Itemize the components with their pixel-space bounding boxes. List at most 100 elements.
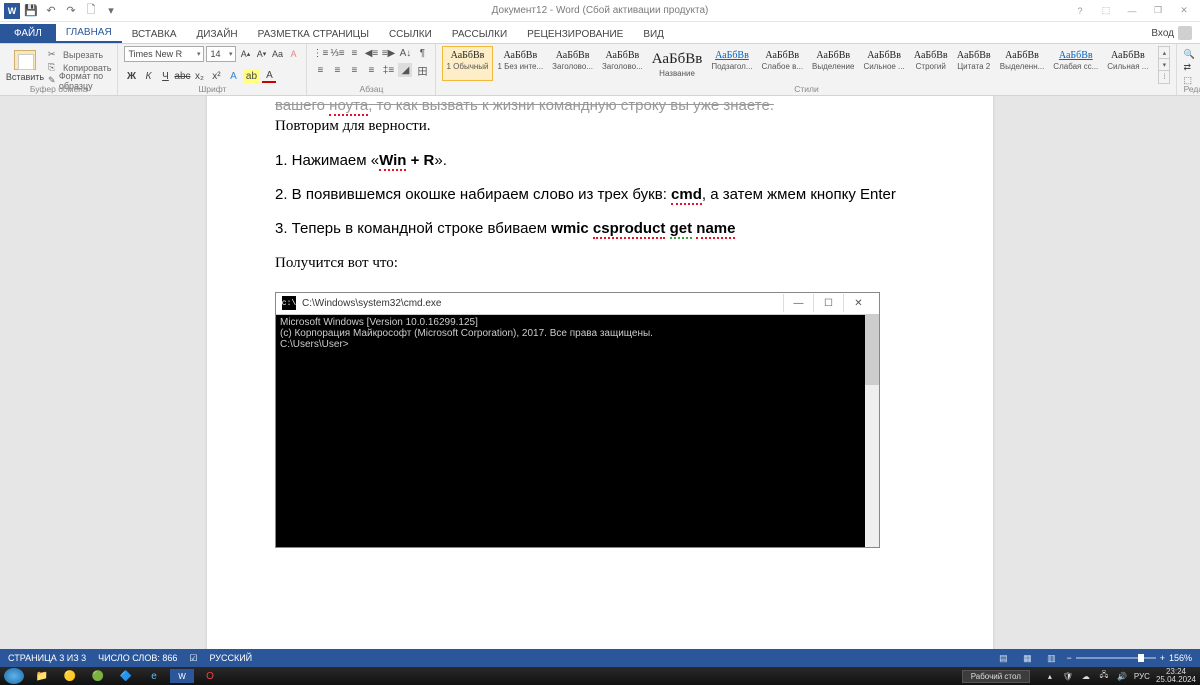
- style-item[interactable]: АаБбВвСильная ...: [1103, 46, 1152, 81]
- align-center-button[interactable]: ≡: [330, 63, 344, 77]
- borders-button[interactable]: 田: [415, 63, 429, 77]
- taskbar-torrent-icon[interactable]: 🟢: [86, 669, 110, 683]
- tab-view[interactable]: ВИД: [633, 26, 674, 43]
- tray-volume-icon[interactable]: 🔊: [1116, 670, 1128, 682]
- show-desktop-label[interactable]: Рабочий стол: [962, 670, 1030, 683]
- print-layout-button[interactable]: ▦: [1018, 651, 1036, 665]
- tray-security-icon[interactable]: 🛡: [1062, 670, 1074, 682]
- line-spacing-button[interactable]: ‡≡: [381, 63, 395, 77]
- font-name-combo[interactable]: Times New R▾: [124, 46, 204, 62]
- status-words[interactable]: ЧИСЛО СЛОВ: 866: [98, 653, 177, 663]
- numbering-button[interactable]: ⅓≡: [330, 46, 344, 60]
- zoom-out-button[interactable]: −: [1066, 653, 1071, 663]
- style-item[interactable]: АаБбВвЦитата 2: [953, 46, 995, 81]
- shrink-font-button[interactable]: A▾: [254, 47, 268, 61]
- gallery-up-button[interactable]: ▴: [1159, 47, 1169, 59]
- style-item[interactable]: АаБбВвСлабая сс...: [1049, 46, 1102, 81]
- read-mode-button[interactable]: ▤: [994, 651, 1012, 665]
- italic-button[interactable]: К: [141, 69, 155, 83]
- font-size-combo[interactable]: 14▾: [206, 46, 236, 62]
- strike-button[interactable]: abc: [175, 69, 189, 83]
- qat-dropdown-icon[interactable]: ▾: [102, 2, 120, 20]
- tab-design[interactable]: ДИЗАЙН: [187, 26, 248, 43]
- tab-mailings[interactable]: РАССЫЛКИ: [442, 26, 517, 43]
- paragraph[interactable]: Повторим для верности.: [275, 116, 925, 136]
- new-doc-icon[interactable]: 🗋: [82, 2, 100, 20]
- taskbar-opera-icon[interactable]: O: [198, 669, 222, 683]
- paragraph[interactable]: Получится вот что:: [275, 253, 925, 273]
- tab-file[interactable]: ФАЙЛ: [0, 24, 56, 43]
- paste-button[interactable]: Вставить: [6, 46, 44, 82]
- tab-home[interactable]: ГЛАВНАЯ: [56, 24, 122, 43]
- tab-layout[interactable]: РАЗМЕТКА СТРАНИЦЫ: [248, 26, 379, 43]
- replace-button[interactable]: ⇄Заменить: [1183, 61, 1200, 74]
- web-layout-button[interactable]: ▥: [1042, 651, 1060, 665]
- decrease-indent-button[interactable]: ◀≡: [364, 46, 378, 60]
- style-item[interactable]: АаБбВвСлабое в...: [758, 46, 808, 81]
- zoom-control[interactable]: − + 156%: [1066, 653, 1192, 663]
- start-button[interactable]: [4, 668, 24, 684]
- styles-gallery[interactable]: АаБбВв1 ОбычныйАаБбВв1 Без инте... АаБбВв…: [442, 46, 1152, 81]
- tab-insert[interactable]: ВСТАВКА: [122, 26, 187, 43]
- style-item[interactable]: АаБбВвПодзагол...: [707, 46, 756, 81]
- style-item[interactable]: АаБбВвЗаголово...: [598, 46, 647, 81]
- increase-indent-button[interactable]: ≡▶: [381, 46, 395, 60]
- sign-in-link[interactable]: Вход: [1143, 23, 1200, 43]
- align-right-button[interactable]: ≡: [347, 63, 361, 77]
- style-item[interactable]: АаБбВвВыделенн...: [996, 46, 1049, 81]
- tab-review[interactable]: РЕЦЕНЗИРОВАНИЕ: [517, 26, 633, 43]
- superscript-button[interactable]: x²: [209, 69, 223, 83]
- zoom-value[interactable]: 156%: [1169, 653, 1192, 663]
- tray-cloud-icon[interactable]: ☁: [1080, 670, 1092, 682]
- restore-button[interactable]: ❐: [1146, 3, 1170, 19]
- paragraph[interactable]: вашего ноута, то как вызвать к жизни ком…: [275, 96, 925, 116]
- ribbon-display-button[interactable]: ⬚: [1094, 3, 1118, 19]
- style-item[interactable]: АаБбВв1 Без инте...: [494, 46, 548, 81]
- style-item[interactable]: АаБбВв1 Обычный: [442, 46, 492, 81]
- shading-button[interactable]: ◢: [398, 63, 412, 77]
- taskbar-word-icon[interactable]: W: [170, 669, 194, 683]
- paragraph[interactable]: 2. В появившемся окошке набираем слово и…: [275, 185, 925, 205]
- justify-button[interactable]: ≡: [364, 63, 378, 77]
- paragraph[interactable]: 1. Нажимаем «Win + R».: [275, 151, 925, 171]
- gallery-down-button[interactable]: ▾: [1159, 59, 1169, 71]
- change-case-button[interactable]: Aa: [270, 47, 284, 61]
- status-page[interactable]: СТРАНИЦА 3 ИЗ 3: [8, 653, 86, 663]
- style-item[interactable]: АаБбВвСильное ...: [859, 46, 908, 81]
- zoom-in-button[interactable]: +: [1160, 653, 1165, 663]
- tray-network-icon[interactable]: 🖧: [1098, 670, 1110, 682]
- paragraph[interactable]: 3. Теперь в командной строке вбиваем wmi…: [275, 219, 925, 239]
- underline-button[interactable]: Ч: [158, 69, 172, 83]
- bullets-button[interactable]: ⋮≡: [313, 46, 327, 60]
- tab-references[interactable]: ССЫЛКИ: [379, 26, 442, 43]
- style-item[interactable]: АаБбВвСтрогий: [910, 46, 952, 81]
- word-app-icon[interactable]: W: [4, 3, 20, 19]
- tray-language[interactable]: РУС: [1134, 672, 1150, 681]
- minimize-button[interactable]: —: [1120, 3, 1144, 19]
- taskbar-chrome-icon[interactable]: 🟡: [58, 669, 82, 683]
- zoom-slider[interactable]: [1076, 657, 1156, 659]
- document-canvas[interactable]: вашего ноута, то как вызвать к жизни ком…: [0, 96, 1200, 667]
- grow-font-button[interactable]: A▴: [238, 47, 252, 61]
- taskbar-app-icon[interactable]: 🔷: [114, 669, 138, 683]
- find-button[interactable]: 🔍Найти▾: [1183, 48, 1200, 61]
- save-icon[interactable]: 💾: [22, 2, 40, 20]
- font-color-button[interactable]: A: [262, 69, 276, 83]
- cut-button[interactable]: ✂Вырезать: [48, 48, 111, 61]
- taskbar-edge-icon[interactable]: e: [142, 669, 166, 683]
- status-language[interactable]: РУССКИЙ: [209, 653, 252, 663]
- style-item[interactable]: АаБбВвНазвание: [648, 46, 707, 81]
- tray-clock[interactable]: 23:24 25.04.2024: [1156, 668, 1196, 684]
- bold-button[interactable]: Ж: [124, 69, 138, 83]
- text-effects-button[interactable]: A: [226, 69, 240, 83]
- multilevel-button[interactable]: ≡: [347, 46, 361, 60]
- sort-button[interactable]: A↓: [398, 46, 412, 60]
- page[interactable]: вашего ноута, то как вызвать к жизни ком…: [207, 96, 993, 667]
- style-item[interactable]: АаБбВвВыделение: [808, 46, 858, 81]
- subscript-button[interactable]: x₂: [192, 69, 206, 83]
- redo-icon[interactable]: ↷: [62, 2, 80, 20]
- highlight-button[interactable]: ab: [243, 69, 259, 83]
- undo-icon[interactable]: ↶: [42, 2, 60, 20]
- align-left-button[interactable]: ≡: [313, 63, 327, 77]
- show-marks-button[interactable]: ¶: [415, 46, 429, 60]
